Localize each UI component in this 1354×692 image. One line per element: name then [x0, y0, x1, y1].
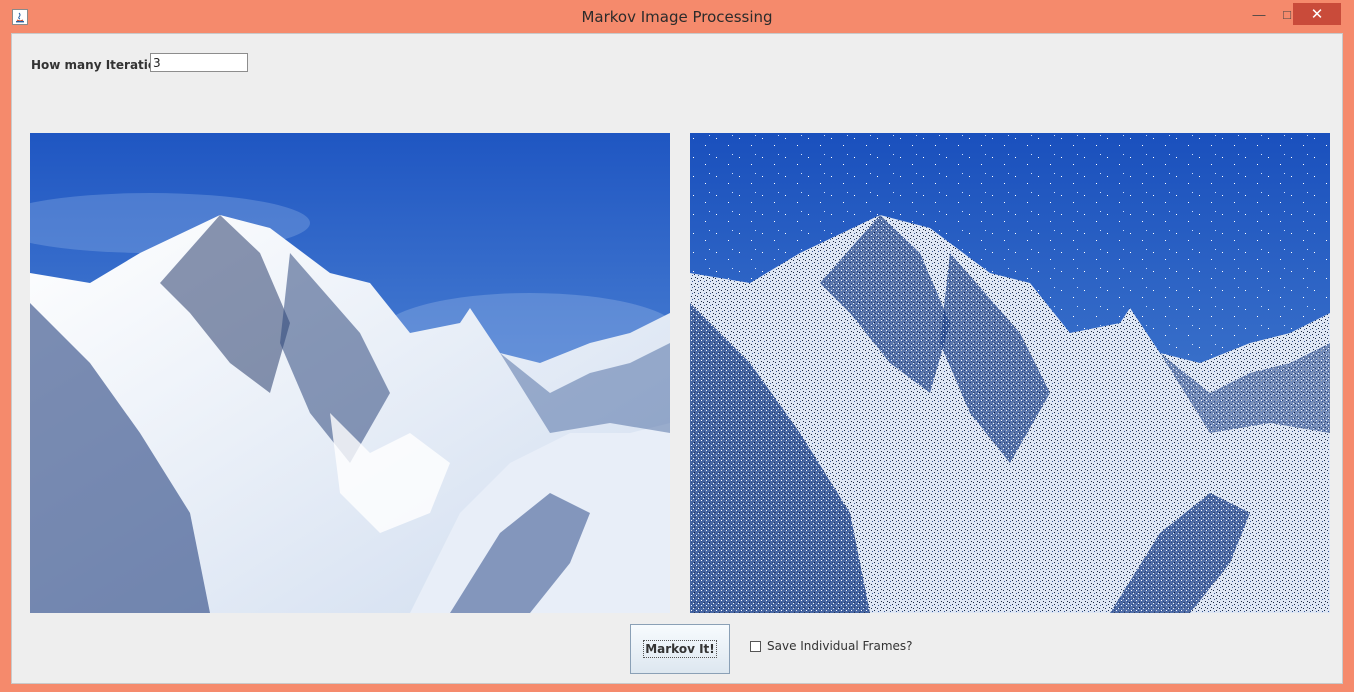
save-frames-checkbox-group[interactable]: Save Individual Frames? [750, 639, 913, 653]
save-frames-label: Save Individual Frames? [767, 639, 913, 653]
app-window: Markov Image Processing — □ ✕ How many I… [0, 0, 1354, 692]
minimize-button[interactable]: — [1246, 3, 1272, 25]
save-frames-checkbox[interactable] [750, 640, 761, 652]
markov-it-button[interactable]: Markov It! [630, 624, 730, 674]
window-title: Markov Image Processing [581, 8, 773, 26]
close-button[interactable]: ✕ [1293, 3, 1341, 25]
processed-image [690, 133, 1330, 613]
title-bar[interactable]: Markov Image Processing — □ ✕ [0, 0, 1354, 33]
main-panel: How many Iterations: 3 Markov It! Save I… [11, 33, 1343, 684]
iterations-input[interactable] [150, 53, 248, 72]
original-image [30, 133, 670, 613]
markov-it-label: Markov It! [643, 640, 717, 658]
